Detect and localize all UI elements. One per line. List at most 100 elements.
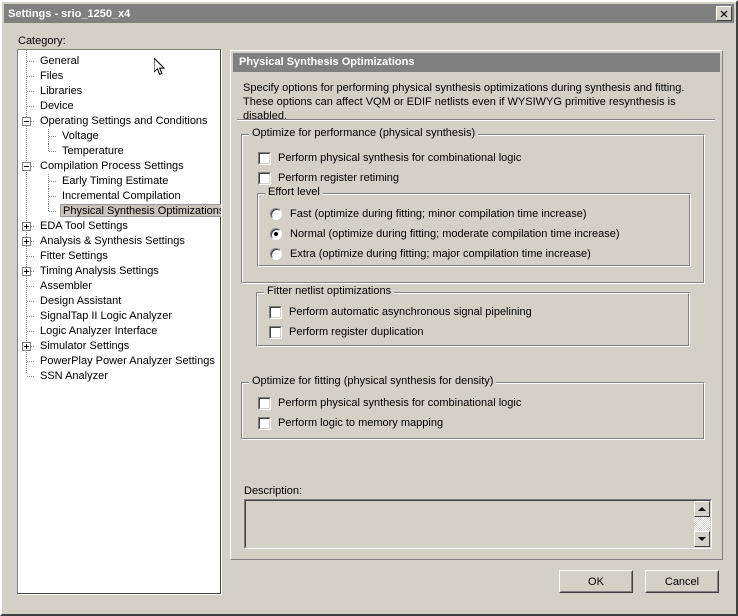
scroll-up-arrow-icon[interactable] xyxy=(694,501,710,517)
checkbox-box[interactable] xyxy=(269,325,282,339)
tree-item-fitter-settings[interactable]: Fitter Settings xyxy=(18,249,220,264)
tree-item-label: Early Timing Estimate xyxy=(62,175,169,187)
category-label: Category: xyxy=(18,35,66,47)
radio-effort-fast[interactable]: Fast (optimize during fitting; minor com… xyxy=(270,207,587,221)
tree-item-general[interactable]: General xyxy=(18,54,220,69)
tree-item-voltage[interactable]: Voltage xyxy=(18,129,220,144)
tree-item-ssn-analyzer[interactable]: SSN Analyzer xyxy=(18,369,220,384)
tree-connector-line xyxy=(27,256,35,257)
tree-item-label: Device xyxy=(40,100,74,112)
ok-button[interactable]: OK xyxy=(559,570,633,593)
title-bar: Settings - srio_1250_x4 xyxy=(4,4,734,23)
description-box-bevel xyxy=(245,500,711,548)
tree-item-label: EDA Tool Settings xyxy=(40,220,128,232)
tree-connector-line xyxy=(27,331,35,332)
checkbox-label: Perform register retiming xyxy=(278,172,400,184)
radio-button[interactable] xyxy=(270,228,282,240)
tree-connector-line xyxy=(27,376,35,377)
tree-connector-line xyxy=(27,76,35,77)
tree-connector-line xyxy=(27,286,35,287)
triangle-down-glyph xyxy=(698,537,706,541)
radio-label: Extra (optimize during fitting; major co… xyxy=(290,248,591,260)
tree-item-simulator-settings[interactable]: Simulator Settings xyxy=(18,339,220,354)
tree-item-temperature[interactable]: Temperature xyxy=(18,144,220,159)
tree-item-early-timing-estimate[interactable]: Early Timing Estimate xyxy=(18,174,220,189)
tree-connector-line xyxy=(48,174,49,189)
checkbox-perform-register-duplication[interactable]: Perform register duplication xyxy=(269,325,424,339)
tree-item-incremental-compilation[interactable]: Incremental Compilation xyxy=(18,189,220,204)
expand-icon[interactable] xyxy=(22,222,31,231)
panel-title: Physical Synthesis Optimizations xyxy=(233,53,720,72)
tree-item-device[interactable]: Device xyxy=(18,99,220,114)
tree-connector-line xyxy=(49,196,57,197)
tree-item-label: Voltage xyxy=(62,130,99,142)
checkbox-perform-logic-to-memory-mapping[interactable]: Perform logic to memory mapping xyxy=(258,416,443,430)
description-scrollbar[interactable] xyxy=(694,501,710,547)
tree-item-signaltap-ii-logic-analyzer[interactable]: SignalTap II Logic Analyzer xyxy=(18,309,220,324)
checkbox-box[interactable] xyxy=(258,151,271,165)
tree-item-label: SignalTap II Logic Analyzer xyxy=(40,310,173,322)
group-effort-level: Effort level Fast (optimize during fitti… xyxy=(257,187,691,267)
checkbox-box[interactable] xyxy=(258,396,271,410)
tree-item-timing-analysis-settings[interactable]: Timing Analysis Settings xyxy=(18,264,220,279)
tree-item-label: Simulator Settings xyxy=(40,340,130,352)
tree-item-label: SSN Analyzer xyxy=(40,370,108,382)
tree-item-analysis-synthesis-settings[interactable]: Analysis & Synthesis Settings xyxy=(18,234,220,249)
groupbox-bevel xyxy=(242,383,704,439)
checkbox-box[interactable] xyxy=(269,305,282,319)
tree-item-label: Design Assistant xyxy=(40,295,122,307)
tree-item-assembler[interactable]: Assembler xyxy=(18,279,220,294)
expand-icon[interactable] xyxy=(22,237,31,246)
radio-label: Normal (optimize during fitting; moderat… xyxy=(290,228,620,240)
checkbox-perform-register-retiming[interactable]: Perform register retiming xyxy=(258,171,399,185)
group-optimize-for-performance: Optimize for performance (physical synth… xyxy=(241,128,705,284)
tree-item-physical-synthesis-optimizations[interactable]: Physical Synthesis Optimizations xyxy=(18,204,221,219)
tree-item-label: Analysis & Synthesis Settings xyxy=(40,235,185,247)
window-title: Settings - srio_1250_x4 xyxy=(8,7,131,20)
radio-button[interactable] xyxy=(270,248,282,260)
category-tree[interactable]: General Files Libraries Device Operating Set… xyxy=(18,50,221,594)
triangle-up-glyph xyxy=(698,507,706,511)
tree-item-label: Libraries xyxy=(40,85,83,97)
checkbox-perform-automatic-asynchronous-signal-pipelining[interactable]: Perform automatic asynchronous signal pi… xyxy=(269,305,532,319)
tree-item-operating-settings-and-conditions[interactable]: Operating Settings and Conditions xyxy=(18,114,220,129)
tree-item-label: Timing Analysis Settings xyxy=(40,265,159,277)
radio-effort-extra[interactable]: Extra (optimize during fitting; major co… xyxy=(270,247,591,261)
description-label: Description: xyxy=(244,485,303,497)
collapse-icon[interactable] xyxy=(22,162,31,171)
tree-connector-line xyxy=(27,361,35,362)
tree-item-label: Operating Settings and Conditions xyxy=(40,115,208,127)
radio-effort-normal[interactable]: Normal (optimize during fitting; moderat… xyxy=(270,227,620,241)
close-icon[interactable] xyxy=(716,6,732,21)
checkbox-fitting-perform-physical-synthesis-combinational-logic[interactable]: Perform physical synthesis for combinati… xyxy=(258,396,521,410)
tree-item-powerplay-power-analyzer-settings[interactable]: PowerPlay Power Analyzer Settings xyxy=(18,354,220,369)
group-optimize-for-fitting: Optimize for fitting (physical synthesis… xyxy=(241,376,705,440)
cancel-button[interactable]: Cancel xyxy=(645,570,719,593)
tree-connector-line xyxy=(48,204,49,212)
group-fitter-netlist-optimizations-title: Fitter netlist optimizations xyxy=(264,286,395,297)
cancel-button-label: Cancel xyxy=(646,571,718,592)
tree-item-label: Compilation Process Settings xyxy=(40,160,184,172)
tree-item-design-assistant[interactable]: Design Assistant xyxy=(18,294,220,309)
tree-connector-line xyxy=(48,144,49,152)
expand-icon[interactable] xyxy=(22,342,31,351)
tree-item-logic-analyzer-interface[interactable]: Logic Analyzer Interface xyxy=(18,324,220,339)
checkbox-label: Perform physical synthesis for combinati… xyxy=(278,152,522,164)
description-box[interactable] xyxy=(244,499,712,549)
radio-button[interactable] xyxy=(270,208,282,220)
collapse-icon[interactable] xyxy=(22,117,31,126)
checkbox-box[interactable] xyxy=(258,171,271,185)
group-optimize-for-fitting-title: Optimize for fitting (physical synthesis… xyxy=(249,376,497,387)
tree-item-files[interactable]: Files xyxy=(18,69,220,84)
tree-item-libraries[interactable]: Libraries xyxy=(18,84,220,99)
checkbox-perform-physical-synthesis-combinational-logic[interactable]: Perform physical synthesis for combinati… xyxy=(258,151,521,165)
scroll-down-arrow-icon[interactable] xyxy=(694,531,710,547)
tree-item-compilation-process-settings[interactable]: Compilation Process Settings xyxy=(18,159,220,174)
checkbox-box[interactable] xyxy=(258,416,271,430)
tree-item-eda-tool-settings[interactable]: EDA Tool Settings xyxy=(18,219,220,234)
tree-connector-line xyxy=(49,181,57,182)
tree-item-label: Logic Analyzer Interface xyxy=(40,325,158,337)
expand-icon[interactable] xyxy=(22,267,31,276)
group-optimize-for-performance-title: Optimize for performance (physical synth… xyxy=(249,128,479,139)
tree-connector-line xyxy=(49,136,57,137)
